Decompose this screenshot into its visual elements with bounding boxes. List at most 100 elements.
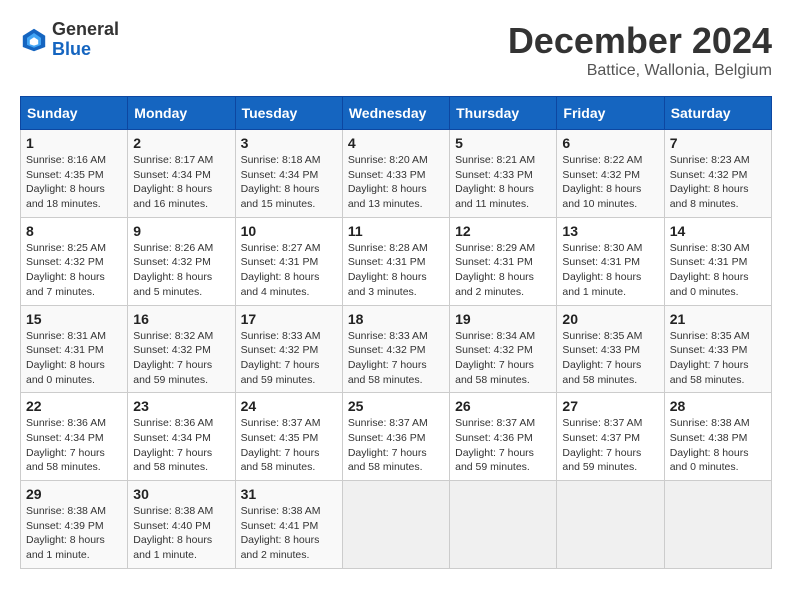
calendar-body: 1Sunrise: 8:16 AM Sunset: 4:35 PM Daylig… [21,130,772,569]
calendar-cell: 23 Sunrise: 8:36 AM Sunset: 4:34 PM Dayli… [128,393,235,481]
day-of-week-header: Thursday [450,97,557,130]
day-info: Sunrise: 8:23 AM Sunset: 4:32 PM Dayligh… [670,153,766,212]
day-info: Sunrise: 8:38 AM Sunset: 4:41 PM Dayligh… [241,504,337,563]
day-number: 27 [562,398,658,414]
day-number: 22 [26,398,122,414]
day-number: 4 [348,135,444,151]
day-of-week-header: Sunday [21,97,128,130]
calendar-cell: 25 Sunrise: 8:37 AM Sunset: 4:36 PM Dayli… [342,393,449,481]
calendar-cell: 12Sunrise: 8:29 AM Sunset: 4:31 PM Dayli… [450,217,557,305]
calendar-cell: 24 Sunrise: 8:37 AM Sunset: 4:35 PM Dayli… [235,393,342,481]
day-info: Sunrise: 8:37 AM Sunset: 4:37 PM Dayligh… [562,416,658,475]
title-block: December 2024 Battice, Wallonia, Belgium [508,20,772,80]
day-number: 12 [455,223,551,239]
day-info: Sunrise: 8:36 AM Sunset: 4:34 PM Dayligh… [133,416,229,475]
day-number: 1 [26,135,122,151]
calendar-header-row: SundayMondayTuesdayWednesdayThursdayFrid… [21,97,772,130]
day-info: Sunrise: 8:38 AM Sunset: 4:40 PM Dayligh… [133,504,229,563]
day-number: 23 [133,398,229,414]
day-number: 5 [455,135,551,151]
calendar-week-row: 1Sunrise: 8:16 AM Sunset: 4:35 PM Daylig… [21,130,772,218]
day-number: 13 [562,223,658,239]
calendar-cell: 14 Sunrise: 8:30 AM Sunset: 4:31 PM Dayli… [664,217,771,305]
day-of-week-header: Tuesday [235,97,342,130]
day-of-week-header: Monday [128,97,235,130]
day-number: 15 [26,311,122,327]
calendar-cell: 16Sunrise: 8:32 AM Sunset: 4:32 PM Dayli… [128,305,235,393]
day-number: 16 [133,311,229,327]
day-number: 14 [670,223,766,239]
calendar-cell: 13 Sunrise: 8:30 AM Sunset: 4:31 PM Dayli… [557,217,664,305]
calendar-week-row: 15Sunrise: 8:31 AM Sunset: 4:31 PM Dayli… [21,305,772,393]
day-info: Sunrise: 8:38 AM Sunset: 4:39 PM Dayligh… [26,504,122,563]
general-blue-icon [20,26,48,54]
calendar-cell: 7Sunrise: 8:23 AM Sunset: 4:32 PM Daylig… [664,130,771,218]
calendar-cell: 31 Sunrise: 8:38 AM Sunset: 4:41 PM Dayli… [235,481,342,569]
day-info: Sunrise: 8:36 AM Sunset: 4:34 PM Dayligh… [26,416,122,475]
day-info: Sunrise: 8:18 AM Sunset: 4:34 PM Dayligh… [241,153,337,212]
calendar-table: SundayMondayTuesdayWednesdayThursdayFrid… [20,96,772,569]
day-number: 20 [562,311,658,327]
calendar-cell: 17Sunrise: 8:33 AM Sunset: 4:32 PM Dayli… [235,305,342,393]
calendar-cell: 28 Sunrise: 8:38 AM Sunset: 4:38 PM Dayli… [664,393,771,481]
calendar-cell: 29 Sunrise: 8:38 AM Sunset: 4:39 PM Dayli… [21,481,128,569]
day-info: Sunrise: 8:35 AM Sunset: 4:33 PM Dayligh… [562,329,658,388]
day-number: 28 [670,398,766,414]
day-number: 30 [133,486,229,502]
day-info: Sunrise: 8:17 AM Sunset: 4:34 PM Dayligh… [133,153,229,212]
day-number: 19 [455,311,551,327]
calendar-cell: 21 Sunrise: 8:35 AM Sunset: 4:33 PM Dayli… [664,305,771,393]
calendar-cell: 9 Sunrise: 8:26 AM Sunset: 4:32 PM Daylig… [128,217,235,305]
day-number: 31 [241,486,337,502]
calendar-cell: 6 Sunrise: 8:22 AM Sunset: 4:32 PM Daylig… [557,130,664,218]
calendar-week-row: 8 Sunrise: 8:25 AM Sunset: 4:32 PM Daylig… [21,217,772,305]
calendar-cell: 27 Sunrise: 8:37 AM Sunset: 4:37 PM Dayli… [557,393,664,481]
calendar-cell: 18 Sunrise: 8:33 AM Sunset: 4:32 PM Dayli… [342,305,449,393]
day-number: 25 [348,398,444,414]
day-number: 8 [26,223,122,239]
calendar-cell [450,481,557,569]
day-info: Sunrise: 8:35 AM Sunset: 4:33 PM Dayligh… [670,329,766,388]
calendar-cell: 4Sunrise: 8:20 AM Sunset: 4:33 PM Daylig… [342,130,449,218]
day-info: Sunrise: 8:30 AM Sunset: 4:31 PM Dayligh… [562,241,658,300]
day-number: 3 [241,135,337,151]
day-number: 29 [26,486,122,502]
calendar-cell: 1Sunrise: 8:16 AM Sunset: 4:35 PM Daylig… [21,130,128,218]
calendar-cell: 5 Sunrise: 8:21 AM Sunset: 4:33 PM Daylig… [450,130,557,218]
day-info: Sunrise: 8:25 AM Sunset: 4:32 PM Dayligh… [26,241,122,300]
calendar-cell: 20 Sunrise: 8:35 AM Sunset: 4:33 PM Dayli… [557,305,664,393]
calendar-cell: 10Sunrise: 8:27 AM Sunset: 4:31 PM Dayli… [235,217,342,305]
logo: General Blue [20,20,119,60]
day-info: Sunrise: 8:38 AM Sunset: 4:38 PM Dayligh… [670,416,766,475]
day-number: 2 [133,135,229,151]
day-info: Sunrise: 8:37 AM Sunset: 4:36 PM Dayligh… [348,416,444,475]
day-info: Sunrise: 8:37 AM Sunset: 4:36 PM Dayligh… [455,416,551,475]
day-number: 18 [348,311,444,327]
calendar-cell: 15Sunrise: 8:31 AM Sunset: 4:31 PM Dayli… [21,305,128,393]
day-info: Sunrise: 8:26 AM Sunset: 4:32 PM Dayligh… [133,241,229,300]
day-info: Sunrise: 8:33 AM Sunset: 4:32 PM Dayligh… [348,329,444,388]
location: Battice, Wallonia, Belgium [508,62,772,80]
day-info: Sunrise: 8:22 AM Sunset: 4:32 PM Dayligh… [562,153,658,212]
calendar-cell [342,481,449,569]
day-of-week-header: Saturday [664,97,771,130]
day-number: 21 [670,311,766,327]
day-number: 17 [241,311,337,327]
day-of-week-header: Friday [557,97,664,130]
calendar-cell: 19 Sunrise: 8:34 AM Sunset: 4:32 PM Dayli… [450,305,557,393]
page-header: General Blue December 2024 Battice, Wall… [20,20,772,80]
day-info: Sunrise: 8:34 AM Sunset: 4:32 PM Dayligh… [455,329,551,388]
logo-text: General Blue [52,20,119,60]
month-title: December 2024 [508,20,772,62]
day-info: Sunrise: 8:30 AM Sunset: 4:31 PM Dayligh… [670,241,766,300]
calendar-cell [557,481,664,569]
day-number: 11 [348,223,444,239]
day-number: 6 [562,135,658,151]
day-info: Sunrise: 8:37 AM Sunset: 4:35 PM Dayligh… [241,416,337,475]
day-number: 9 [133,223,229,239]
day-number: 26 [455,398,551,414]
day-info: Sunrise: 8:21 AM Sunset: 4:33 PM Dayligh… [455,153,551,212]
day-number: 24 [241,398,337,414]
calendar-cell: 3 Sunrise: 8:18 AM Sunset: 4:34 PM Daylig… [235,130,342,218]
calendar-week-row: 22 Sunrise: 8:36 AM Sunset: 4:34 PM Dayli… [21,393,772,481]
